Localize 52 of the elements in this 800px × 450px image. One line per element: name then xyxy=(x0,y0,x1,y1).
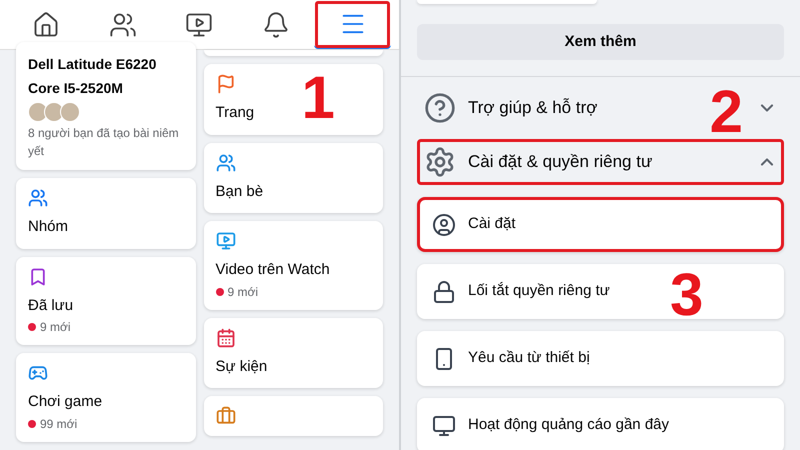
video-icon xyxy=(185,10,214,38)
bell-icon xyxy=(262,10,290,38)
avatar xyxy=(28,102,48,122)
card-title: Video trên Watch xyxy=(216,260,331,280)
video-icon xyxy=(216,231,236,251)
item-label: Yêu cầu từ thiết bị xyxy=(468,348,590,368)
menu-card[interactable]: Bạn bè xyxy=(204,142,383,213)
user-icon xyxy=(432,212,456,236)
avatar xyxy=(60,102,80,122)
people-icon xyxy=(216,152,236,172)
menu-card[interactable]: Sự kiện xyxy=(204,318,383,388)
menu-card[interactable]: Chơi game 99 mới xyxy=(16,353,196,442)
new-count: 99 mới xyxy=(40,416,78,432)
group-icon xyxy=(28,188,48,208)
monitor-icon xyxy=(432,414,456,438)
lock-icon xyxy=(432,280,456,304)
home-icon xyxy=(32,10,60,38)
settings-item[interactable]: Hoạt động quảng cáo gần đây xyxy=(417,398,784,450)
section-label: Cài đặt & quyền riêng tư xyxy=(468,151,652,174)
avatar xyxy=(44,102,64,122)
card-title: Sự kiện xyxy=(216,356,268,376)
menu-card[interactable]: Nhóm xyxy=(16,178,196,248)
see-more-button[interactable]: Xem thêm xyxy=(417,24,784,60)
card-title: Nhóm xyxy=(28,217,70,237)
menu-card[interactable]: Trang 1 xyxy=(204,64,383,134)
gear-icon xyxy=(424,146,456,178)
menu-card[interactable]: Dell Latitude E6220 Core I5-2520M 8 người bạn đã tạo bài niêm yết xyxy=(16,42,196,170)
menu-card[interactable]: Video trên Watch 9 mới xyxy=(204,221,383,310)
new-count: 9 mới xyxy=(228,284,258,300)
step-number: 1 xyxy=(302,68,335,128)
listing-title: Dell Latitude E6220 Core I5-2520M xyxy=(28,55,158,98)
item-label: Lối tắt quyền riêng tư xyxy=(468,281,610,302)
settings-item[interactable]: Yêu cầu từ thiết bị xyxy=(417,331,784,386)
card-title: Trang xyxy=(216,103,256,123)
item-label: Cài đặt xyxy=(468,214,516,234)
listing-subtitle: 8 người bạn đã tạo bài niêm yết xyxy=(28,125,180,160)
settings-item[interactable]: Cài đặt xyxy=(417,197,784,252)
card-title: Đã lưu xyxy=(28,296,74,316)
new-count: 9 mới xyxy=(40,319,71,335)
briefcase-icon xyxy=(216,406,236,426)
group-icon xyxy=(108,10,137,38)
question-icon xyxy=(424,92,456,124)
card-title: Bạn bè xyxy=(216,182,264,202)
card-title: Chơi game xyxy=(28,392,104,412)
settings-item[interactable]: Lối tắt quyền riêng tư 3 xyxy=(417,264,784,319)
item-label: Hoạt động quảng cáo gần đây xyxy=(468,415,669,436)
nav-tab[interactable] xyxy=(314,0,391,49)
menu-card[interactable]: Đã lưu 9 mới xyxy=(16,256,196,345)
section-label: Trợ giúp & hỗ trợ xyxy=(468,97,598,120)
calendar-icon xyxy=(216,328,236,348)
flag-icon xyxy=(216,74,236,94)
section-header[interactable]: Cài đặt & quyền riêng tư xyxy=(417,139,784,185)
